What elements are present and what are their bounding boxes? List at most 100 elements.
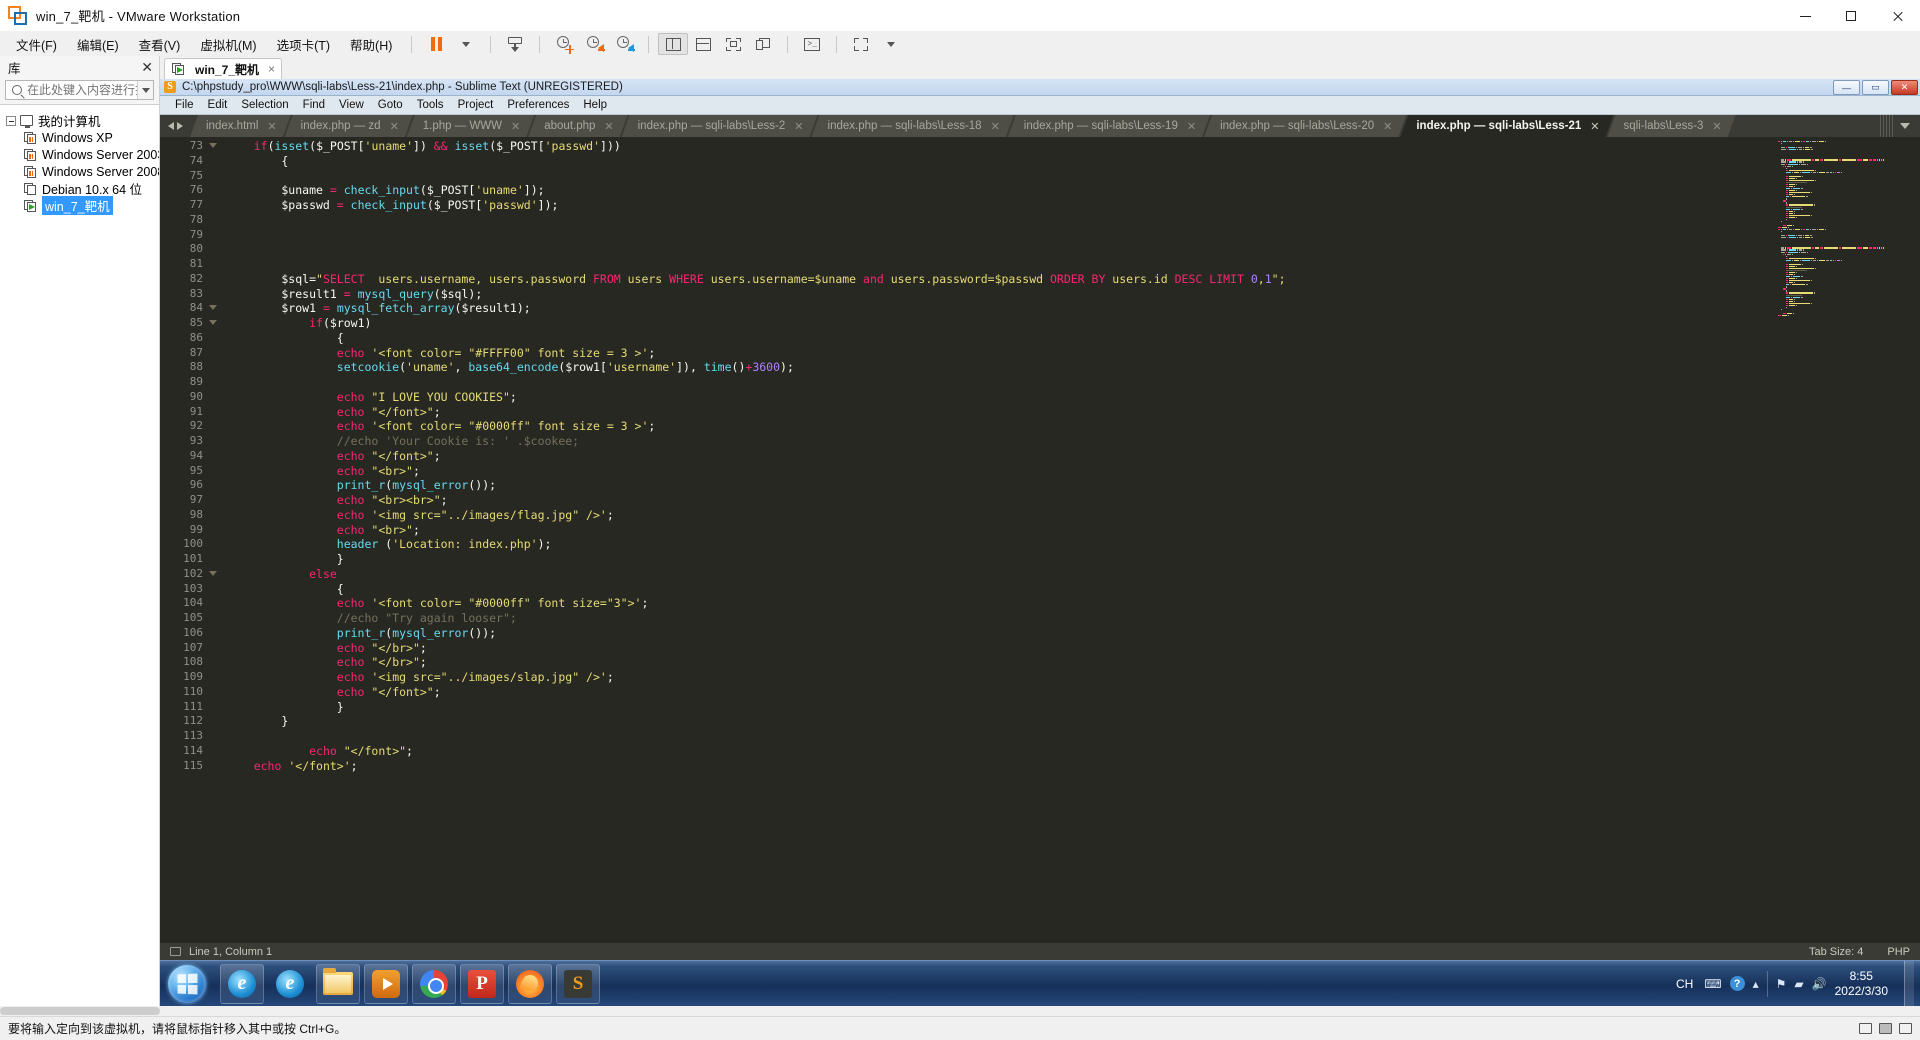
show-library-button[interactable]: [658, 33, 689, 55]
pause-button[interactable]: [421, 33, 451, 55]
hard-disk-icon[interactable]: [1859, 1023, 1872, 1034]
library-search-box[interactable]: [5, 80, 154, 100]
taskbar-item-media-player[interactable]: [364, 963, 408, 1004]
sublime-menu-project[interactable]: Project: [451, 98, 501, 112]
search-dropdown-button[interactable]: [137, 81, 153, 99]
unity-mode-button[interactable]: [748, 33, 778, 55]
sublime-menu-view[interactable]: View: [332, 98, 371, 112]
taskbar-item-explorer[interactable]: [316, 963, 360, 1004]
chevron-right-icon[interactable]: [176, 122, 183, 130]
clock[interactable]: 8:55 2022/3/30: [1835, 969, 1892, 999]
editor-tab-6[interactable]: index.php — sqli-labs\Less-19 ✕: [1008, 115, 1210, 137]
editor-tab-4[interactable]: index.php — sqli-labs\Less-2 ✕: [622, 115, 818, 137]
snapshot-manager-button[interactable]: [609, 33, 639, 55]
sublime-close-button[interactable]: ✕: [1891, 80, 1918, 95]
tree-item-win7-target[interactable]: win_7_靶机: [0, 196, 159, 215]
tree-item-my-computer[interactable]: 我的计算机: [0, 112, 159, 129]
editor-tab-close-icon[interactable]: ✕: [1712, 120, 1721, 133]
sublime-menu-goto[interactable]: Goto: [371, 98, 410, 112]
send-ctrl-alt-del-button[interactable]: [500, 33, 530, 55]
editor-tab-2[interactable]: 1.php — WWW ✕: [407, 115, 534, 137]
editor-tab-close-icon[interactable]: ✕: [794, 120, 803, 133]
editor-tab-9[interactable]: sqli-labs\Less-3 ✕: [1607, 115, 1735, 137]
tree-item-windows-server-2003[interactable]: Windows Server 2003: [0, 146, 159, 163]
library-close-icon[interactable]: ✕: [141, 60, 153, 74]
taskbar-item-chrome[interactable]: [412, 963, 456, 1004]
collapse-icon[interactable]: [6, 115, 16, 126]
network-icon[interactable]: ▰: [1794, 977, 1803, 991]
show-hidden-icons-icon[interactable]: ▴: [1753, 977, 1759, 991]
editor-tab-3[interactable]: about.php ✕: [528, 115, 627, 137]
code-fold-icon[interactable]: [209, 143, 217, 148]
sublime-maximize-button[interactable]: ▭: [1862, 80, 1889, 95]
help-icon[interactable]: ?: [1729, 976, 1745, 991]
editor-tab-7[interactable]: index.php — sqli-labs\Less-20 ✕: [1204, 115, 1406, 137]
editor-tab-close-icon[interactable]: ✕: [511, 120, 520, 133]
code-minimap[interactable]: [1770, 137, 1920, 943]
code-area[interactable]: if(isset($_POST['uname']) && isset($_POS…: [206, 137, 1770, 943]
start-button[interactable]: [160, 962, 214, 1006]
editor-tab-close-icon[interactable]: ✕: [1383, 120, 1392, 133]
sublime-menu-edit[interactable]: Edit: [201, 98, 235, 112]
tree-item-windows-xp[interactable]: Windows XP: [0, 129, 159, 146]
editor-tab-close-icon[interactable]: ✕: [991, 120, 1000, 133]
show-desktop-button[interactable]: [1904, 960, 1914, 1007]
menu-edit[interactable]: 编辑(E): [67, 33, 129, 56]
taskbar-item-ie[interactable]: [220, 963, 264, 1004]
editor-tab-1[interactable]: index.php — zd ✕: [285, 115, 413, 137]
tab-list-dropdown-icon[interactable]: [1900, 123, 1910, 129]
vm-tab-win7[interactable]: win_7_靶机 ×: [164, 58, 283, 79]
flag-action-center-icon[interactable]: ⚑: [1776, 977, 1787, 991]
menu-tabs[interactable]: 选项卡(T): [267, 33, 340, 56]
editor-tab-8[interactable]: index.php — sqli-labs\Less-21 ✕: [1400, 115, 1613, 137]
taskbar-item-phpstudy[interactable]: P: [460, 963, 504, 1004]
revert-snapshot-button[interactable]: [579, 33, 609, 55]
taskbar-item-sublime[interactable]: S: [556, 963, 600, 1004]
pause-dropdown-button[interactable]: [451, 33, 481, 55]
editor-tab-close-icon[interactable]: ✕: [1187, 120, 1196, 133]
taskbar-item-firefox[interactable]: [508, 963, 552, 1004]
taskbar-item-ie2[interactable]: [268, 964, 312, 1004]
menu-view[interactable]: 查看(V): [129, 33, 191, 56]
usb-icon[interactable]: [1899, 1023, 1912, 1034]
tab-size-label[interactable]: Tab Size: 4: [1809, 946, 1863, 958]
ime-language-indicator[interactable]: CH: [1673, 976, 1696, 992]
tree-item-windows-server-2008[interactable]: Windows Server 2008: [0, 163, 159, 180]
tree-item-debian[interactable]: Debian 10.x 64 位: [0, 180, 159, 197]
sublime-minimize-button[interactable]: —: [1833, 80, 1860, 95]
enter-fullscreen-button[interactable]: [718, 33, 748, 55]
sublime-menu-file[interactable]: File: [168, 98, 201, 112]
search-input[interactable]: [27, 83, 139, 97]
sublime-menu-find[interactable]: Find: [296, 98, 332, 112]
tab-nav-arrows[interactable]: [160, 115, 190, 137]
sublime-editor[interactable]: 73 74 75 76 77 78 79 80 81 82 83 84 85 86 87 88 89 90 91 92…: [160, 137, 1920, 943]
menu-vm[interactable]: 虚拟机(M): [190, 33, 266, 56]
sublime-menu-preferences[interactable]: Preferences: [500, 98, 576, 112]
code-fold-icon[interactable]: [209, 305, 217, 311]
editor-tab-close-icon[interactable]: ✕: [1590, 120, 1599, 133]
editor-tab-0[interactable]: index.html ✕: [190, 115, 291, 137]
volume-icon[interactable]: 🔊: [1812, 977, 1827, 991]
console-view-button[interactable]: >_: [797, 33, 827, 55]
take-snapshot-button[interactable]: [549, 33, 579, 55]
maximize-button[interactable]: [1828, 0, 1874, 32]
menu-help[interactable]: 帮助(H): [340, 33, 402, 56]
stretch-dropdown-button[interactable]: [876, 33, 906, 55]
sublime-menu-tools[interactable]: Tools: [410, 98, 451, 112]
editor-tab-close-icon[interactable]: ✕: [604, 120, 613, 133]
code-fold-icon[interactable]: [209, 320, 217, 325]
chevron-left-icon[interactable]: [167, 122, 174, 130]
menu-file[interactable]: 文件(F): [6, 33, 67, 56]
editor-tab-5[interactable]: index.php — sqli-labs\Less-18 ✕: [812, 115, 1014, 137]
close-button[interactable]: [1874, 0, 1920, 32]
vm-tab-close-icon[interactable]: ×: [268, 62, 275, 76]
keyboard-icon[interactable]: ⌨: [1704, 977, 1721, 991]
editor-tab-close-icon[interactable]: ✕: [390, 120, 399, 133]
code-fold-icon[interactable]: [209, 570, 217, 576]
sublime-menu-help[interactable]: Help: [576, 98, 614, 112]
horizontal-scrollbar[interactable]: [0, 1007, 160, 1015]
syntax-label[interactable]: PHP: [1887, 946, 1910, 958]
minimize-button[interactable]: [1782, 0, 1828, 32]
network-adapter-icon[interactable]: [1879, 1023, 1892, 1034]
stretch-guest-button[interactable]: [846, 33, 876, 55]
